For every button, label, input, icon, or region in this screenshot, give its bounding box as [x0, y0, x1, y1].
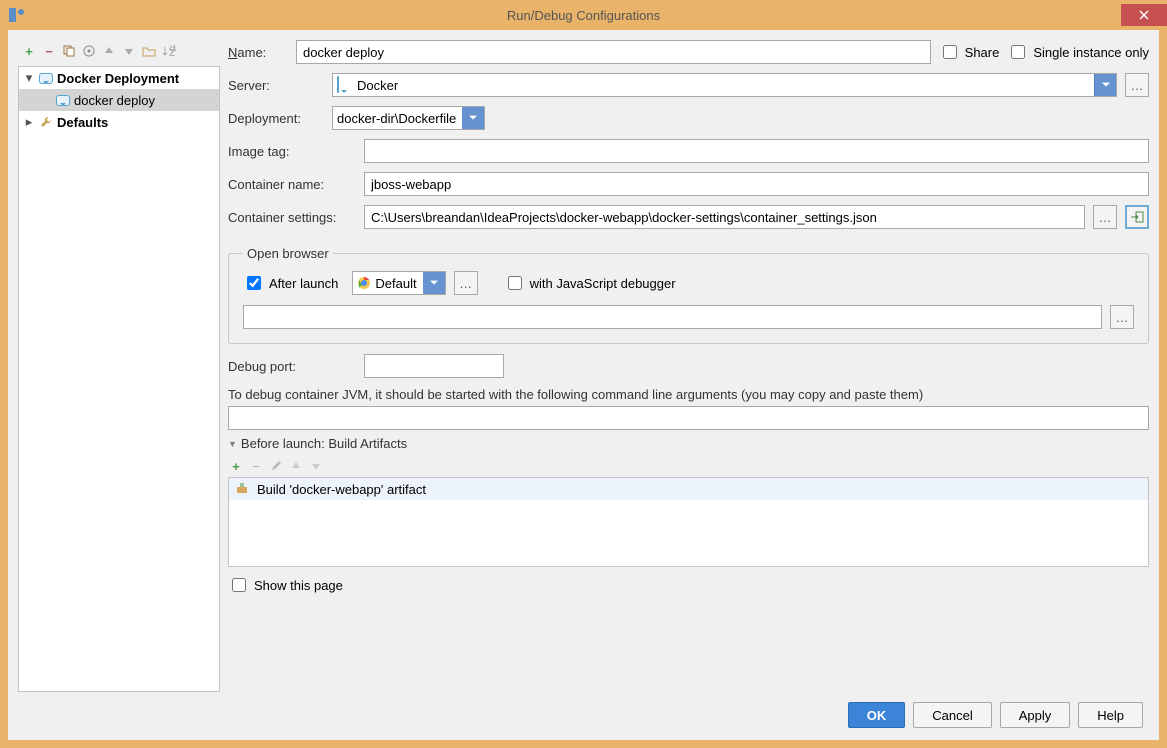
deployment-combo[interactable]: docker-dir\Dockerfile	[332, 106, 485, 130]
cmdline-input[interactable]	[228, 406, 1149, 430]
move-up-icon[interactable]	[100, 42, 118, 60]
move-down-icon[interactable]	[120, 42, 138, 60]
deployment-value: docker-dir\Dockerfile	[337, 111, 456, 126]
apply-button[interactable]: Apply	[1000, 702, 1071, 728]
show-page-checkbox[interactable]: Show this page	[228, 575, 1149, 595]
config-toolbar: + − az	[18, 40, 220, 62]
before-launch-header[interactable]: ▼ Before launch: Build Artifacts	[228, 436, 1149, 451]
form-panel: Name: Share Single instance only Server:…	[228, 40, 1149, 692]
tree-defaults[interactable]: ▸ Defaults	[19, 111, 219, 133]
container-name-label: Container name:	[228, 177, 356, 192]
help-button[interactable]: Help	[1078, 702, 1143, 728]
sort-icon[interactable]: az	[160, 42, 178, 60]
copy-config-icon[interactable]	[60, 42, 78, 60]
folder-icon[interactable]	[140, 42, 158, 60]
container-settings-label: Container settings:	[228, 210, 356, 225]
task-row[interactable]: Build 'docker-webapp' artifact	[229, 478, 1148, 500]
edit-defaults-icon[interactable]	[80, 42, 98, 60]
name-label: Name:	[228, 45, 288, 60]
deployment-label: Deployment:	[228, 111, 324, 126]
server-value: Docker	[357, 78, 398, 93]
open-browser-group: Open browser After launch Default … with…	[228, 246, 1149, 344]
browser-value: Default	[375, 276, 416, 291]
debug-port-label: Debug port:	[228, 359, 356, 374]
chrome-icon	[357, 276, 371, 290]
task-up-icon[interactable]	[288, 458, 304, 474]
tree-item-docker-deploy[interactable]: docker deploy	[19, 89, 219, 111]
chevron-down-icon[interactable]	[423, 272, 445, 294]
remove-task-icon[interactable]: −	[248, 458, 264, 474]
name-input[interactable]	[296, 40, 931, 64]
window-title: Run/Debug Configurations	[0, 8, 1167, 23]
debug-hint-text: To debug container JVM, it should be sta…	[228, 387, 1149, 402]
url-browse-button[interactable]: …	[1110, 305, 1134, 329]
tree-category-docker[interactable]: ▾ Docker Deployment	[19, 67, 219, 89]
svg-text:z: z	[169, 45, 176, 57]
titlebar: Run/Debug Configurations	[0, 0, 1167, 30]
single-instance-checkbox[interactable]: Single instance only	[1007, 42, 1149, 62]
task-label: Build 'docker-webapp' artifact	[257, 482, 426, 497]
image-tag-label: Image tag:	[228, 144, 356, 159]
tasks-toolbar: + −	[228, 455, 1149, 477]
server-combo[interactable]: Docker	[332, 73, 1117, 97]
collapse-icon[interactable]: ▼	[228, 439, 237, 449]
open-browser-legend: Open browser	[243, 246, 333, 261]
container-settings-input[interactable]	[364, 205, 1085, 229]
debug-port-input[interactable]	[364, 354, 504, 378]
expand-icon[interactable]: ▸	[23, 114, 35, 130]
server-browse-button[interactable]: …	[1125, 73, 1149, 97]
browser-combo[interactable]: Default	[352, 271, 445, 295]
js-debugger-checkbox[interactable]: with JavaScript debugger	[504, 273, 676, 293]
tree-category-label: Docker Deployment	[57, 71, 179, 86]
cancel-button[interactable]: Cancel	[913, 702, 991, 728]
docker-icon	[38, 70, 54, 86]
edit-task-icon[interactable]	[268, 458, 284, 474]
docker-icon	[337, 77, 353, 93]
add-task-icon[interactable]: +	[228, 458, 244, 474]
container-name-input[interactable]	[364, 172, 1149, 196]
ok-button[interactable]: OK	[848, 702, 906, 728]
add-config-icon[interactable]: +	[20, 42, 38, 60]
tree-item-label: docker deploy	[74, 93, 155, 108]
share-checkbox[interactable]: Share	[939, 42, 1000, 62]
workarea: + − az ▾ Docker Deployment docker deploy	[8, 30, 1159, 740]
chevron-down-icon[interactable]	[1094, 74, 1116, 96]
task-down-icon[interactable]	[308, 458, 324, 474]
container-settings-browse-button[interactable]: …	[1093, 205, 1117, 229]
tasks-list[interactable]: Build 'docker-webapp' artifact	[228, 477, 1149, 567]
server-label: Server:	[228, 78, 324, 93]
browser-browse-button[interactable]: …	[454, 271, 478, 295]
after-launch-checkbox[interactable]: After launch	[243, 273, 338, 293]
wrench-icon	[38, 114, 54, 130]
expand-icon[interactable]: ▾	[23, 70, 35, 86]
remove-config-icon[interactable]: −	[40, 42, 58, 60]
docker-icon	[55, 92, 71, 108]
chevron-down-icon[interactable]	[462, 107, 484, 129]
left-panel: + − az ▾ Docker Deployment docker deploy	[18, 40, 220, 692]
artifact-icon	[235, 481, 251, 497]
import-settings-button[interactable]	[1125, 205, 1149, 229]
dialog-buttons: OK Cancel Apply Help	[8, 692, 1159, 740]
tree-defaults-label: Defaults	[57, 115, 108, 130]
image-tag-input[interactable]	[364, 139, 1149, 163]
url-input[interactable]	[243, 305, 1102, 329]
config-tree[interactable]: ▾ Docker Deployment docker deploy ▸ Defa…	[18, 66, 220, 692]
